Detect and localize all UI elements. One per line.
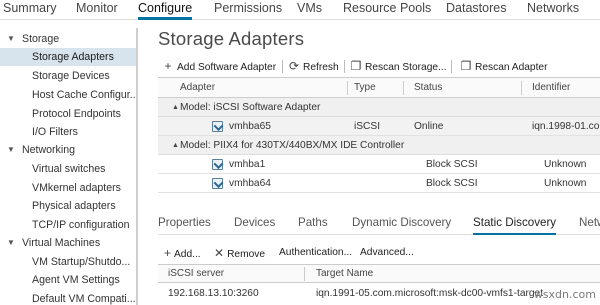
caret-down-icon: ▼ xyxy=(7,145,15,154)
refresh-button[interactable]: ⟳ Refresh xyxy=(288,56,339,76)
table-group-iscsi[interactable]: ▲ Model: iSCSI Software Adapter xyxy=(158,98,600,117)
close-icon: ✕ xyxy=(214,246,225,260)
column-header-status[interactable]: Status xyxy=(414,78,442,98)
sidebar-item-physical-adapters[interactable]: Physical adapters xyxy=(0,197,136,215)
caret-down-icon: ▼ xyxy=(7,34,15,43)
tab-networks[interactable]: Networks xyxy=(527,0,579,16)
sidebar-item-virtual-switches[interactable]: Virtual switches xyxy=(0,160,136,178)
caret-down-icon: ▲ xyxy=(172,104,179,111)
tab-dynamic-discovery[interactable]: Dynamic Discovery xyxy=(352,213,451,235)
column-resizer[interactable] xyxy=(347,81,348,95)
table-header: Adapter Type Status Identifier xyxy=(158,78,600,98)
toolbar-divider xyxy=(344,60,345,73)
column-resizer[interactable] xyxy=(304,267,305,281)
sidebar-item-host-cache[interactable]: Host Cache Configur... xyxy=(0,86,136,104)
sidebar-item-vmkernel-adapters[interactable]: VMkernel adapters xyxy=(0,179,136,197)
sidebar-item-default-vm-compatibility[interactable]: Default VM Compati... xyxy=(0,290,136,305)
column-header-target-name[interactable]: Target Name xyxy=(316,265,373,283)
column-resizer[interactable] xyxy=(403,81,404,95)
refresh-icon: ⟳ xyxy=(288,59,300,73)
sidebar-item-storage-devices[interactable]: Storage Devices xyxy=(0,67,136,85)
tab-configure[interactable]: Configure xyxy=(138,0,193,20)
table-group-piix4[interactable]: ▲ Model: PIIX4 for 430TX/440BX/MX IDE Co… xyxy=(158,136,600,155)
page-title: Storage Adapters xyxy=(158,28,305,49)
table-header: iSCSI server Target Name xyxy=(158,265,600,283)
storage-adapter-icon xyxy=(212,178,223,189)
sidebar-group-networking[interactable]: ▼ Networking xyxy=(0,141,136,159)
sidebar-item-tcpip-configuration[interactable]: TCP/IP configuration xyxy=(0,216,136,234)
tab-resource-pools[interactable]: Resource Pools xyxy=(343,0,431,16)
tab-summary[interactable]: Summary xyxy=(3,0,56,16)
storage-adapter-icon xyxy=(212,159,223,170)
caret-down-icon: ▼ xyxy=(7,238,15,247)
column-header-type[interactable]: Type xyxy=(354,78,376,98)
add-button[interactable]: + Add... xyxy=(164,245,201,263)
toolbar-divider xyxy=(282,60,283,73)
authentication-button[interactable]: Authentication... xyxy=(279,245,352,261)
sidebar-item-protocol-endpoints[interactable]: Protocol Endpoints xyxy=(0,105,136,123)
detail-tab-bar: Properties Devices Paths Dynamic Discove… xyxy=(158,213,600,235)
tab-devices[interactable]: Devices xyxy=(234,213,275,235)
tab-vms[interactable]: VMs xyxy=(297,0,322,16)
table-row[interactable]: vmhba1 Block SCSI Unknown xyxy=(158,155,600,174)
rescan-storage-button[interactable]: ❐ Rescan Storage... xyxy=(350,56,447,76)
plus-icon: + xyxy=(164,246,172,260)
sidebar-group-virtual-machines[interactable]: ▼ Virtual Machines xyxy=(0,234,136,252)
tab-static-discovery[interactable]: Static Discovery xyxy=(473,213,557,235)
configure-sidebar: ▼ Storage Storage Adapters Storage Devic… xyxy=(0,28,138,305)
tab-properties[interactable]: Properties xyxy=(158,213,211,235)
column-resizer[interactable] xyxy=(521,81,522,95)
add-software-adapter-button[interactable]: + Add Software Adapter xyxy=(162,56,276,76)
tab-permissions[interactable]: Permissions xyxy=(214,0,282,16)
plus-icon: + xyxy=(164,59,172,73)
remove-button[interactable]: ✕ Remove xyxy=(214,245,265,263)
rescan-storage-icon: ❐ xyxy=(350,59,362,73)
tab-network-port-binding[interactable]: Netw xyxy=(579,213,600,235)
rescan-adapter-button[interactable]: ❐ Rescan Adapter xyxy=(460,56,548,76)
column-header-iscsi-server[interactable]: iSCSI server xyxy=(168,265,224,283)
table-row[interactable]: vmhba65 iSCSI Online iqn.1998-01.com xyxy=(158,117,600,136)
column-header-adapter[interactable]: Adapter xyxy=(180,78,215,98)
top-tab-bar: Summary Monitor Configure Permissions VM… xyxy=(0,0,600,20)
watermark: wsxdn.com xyxy=(533,288,596,301)
sidebar-item-io-filters[interactable]: I/O Filters xyxy=(0,123,136,141)
advanced-button[interactable]: Advanced... xyxy=(360,245,414,261)
tab-datastores[interactable]: Datastores xyxy=(446,0,506,16)
column-header-identifier[interactable]: Identifier xyxy=(532,78,570,98)
static-discovery-toolbar: + Add... ✕ Remove Authentication... Advanc… xyxy=(158,245,600,261)
storage-adapters-table: Adapter Type Status Identifier ▲ Model: … xyxy=(158,77,600,200)
sidebar-item-storage-adapters[interactable]: Storage Adapters xyxy=(0,48,136,66)
sidebar-item-vm-startup-shutdown[interactable]: VM Startup/Shutdo... xyxy=(0,253,136,271)
sidebar-item-agent-vm-settings[interactable]: Agent VM Settings xyxy=(0,271,136,289)
adapter-toolbar: + Add Software Adapter ⟳ Refresh ❐ Rescan S… xyxy=(158,56,600,76)
storage-adapter-icon xyxy=(212,121,223,132)
sidebar-group-storage[interactable]: ▼ Storage xyxy=(0,30,136,48)
rescan-adapter-icon: ❐ xyxy=(460,59,472,73)
caret-down-icon: ▲ xyxy=(172,142,179,149)
tab-paths[interactable]: Paths xyxy=(298,213,328,235)
toolbar-divider xyxy=(451,60,452,73)
table-row[interactable]: vmhba64 Block SCSI Unknown xyxy=(158,174,600,193)
tab-monitor[interactable]: Monitor xyxy=(76,0,118,16)
